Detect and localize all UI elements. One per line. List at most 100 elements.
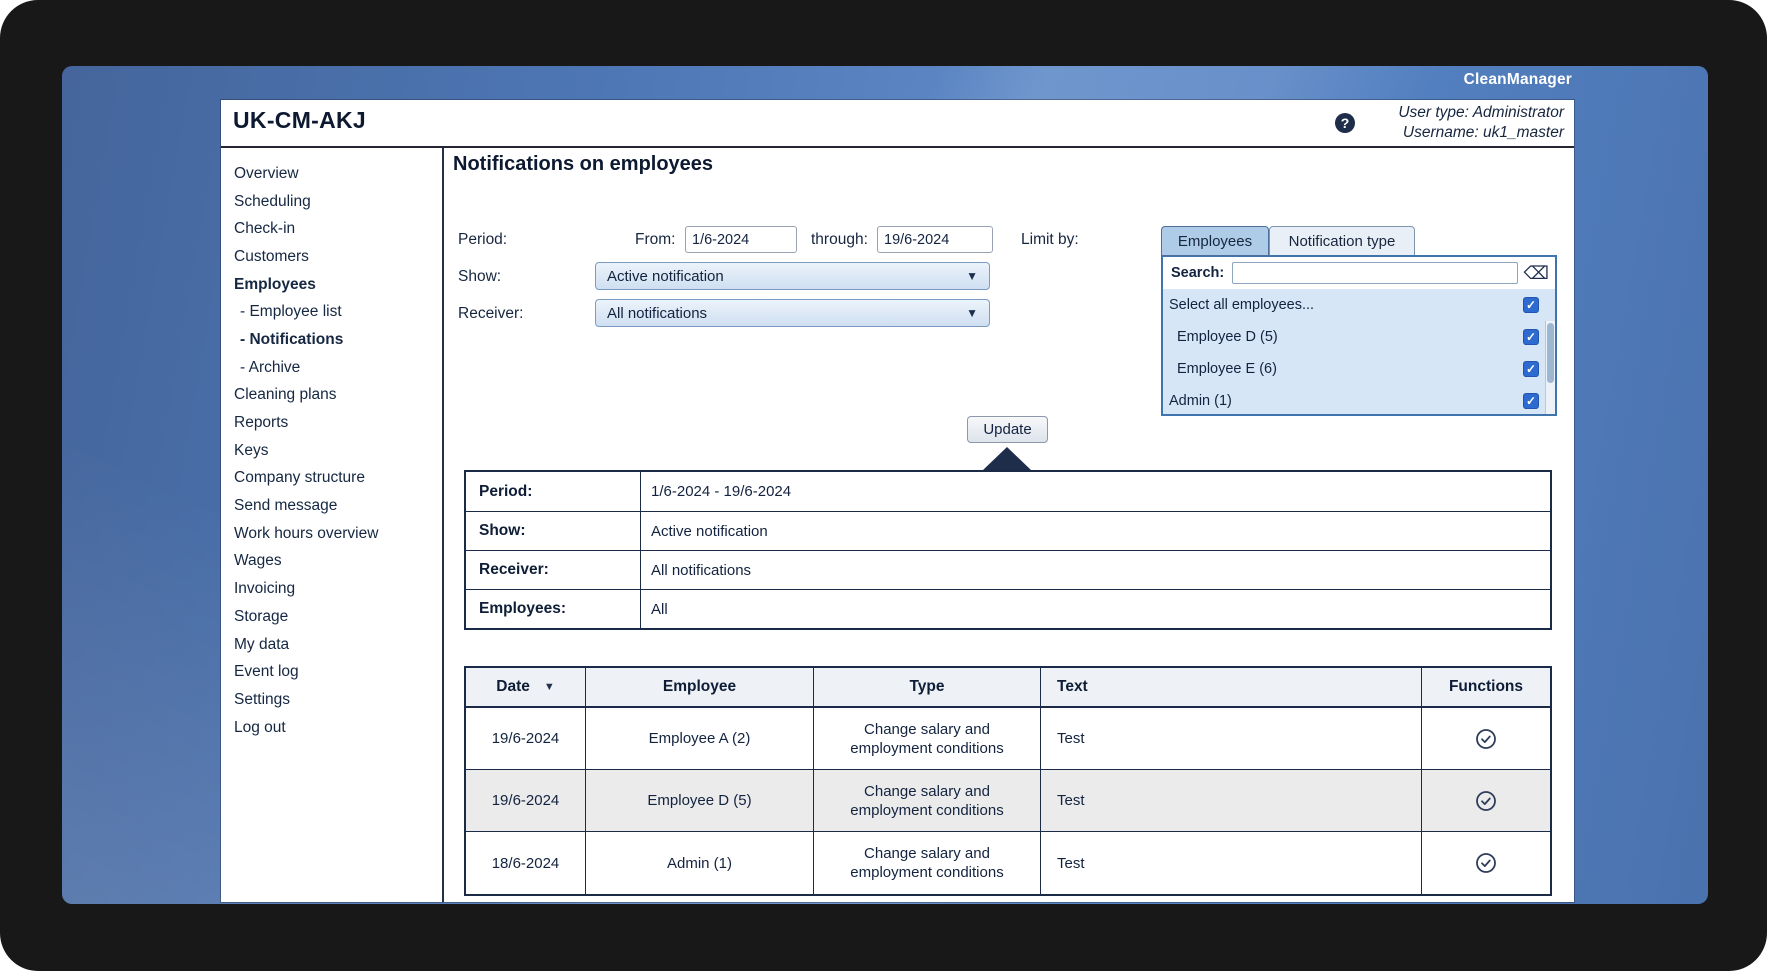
filter-summary-table: Period: 1/6-2024 - 19/6-2024 Show: Activ… bbox=[464, 470, 1552, 630]
summary-row-show: Show: Active notification bbox=[466, 511, 1550, 550]
cell-date: 18/6-2024 bbox=[466, 832, 586, 894]
scrollbar-thumb[interactable] bbox=[1547, 323, 1554, 383]
employee-list-scrollbar[interactable] bbox=[1545, 321, 1555, 414]
employee-search-input[interactable] bbox=[1232, 262, 1517, 284]
sidebar-item-log-out[interactable]: Log out bbox=[221, 714, 441, 742]
cell-type: Change salary and employment conditions bbox=[814, 708, 1041, 769]
cell-employee: Admin (1) bbox=[586, 832, 814, 894]
employee-list-item[interactable]: Employee D (5) ✓ bbox=[1163, 321, 1555, 353]
from-date-input[interactable] bbox=[685, 226, 797, 253]
table-row[interactable]: 19/6-2024 Employee D (5) Change salary a… bbox=[466, 770, 1550, 832]
username-label: Username: uk1_master bbox=[1398, 123, 1564, 143]
sidebar-item-employees[interactable]: Employees bbox=[221, 271, 441, 299]
employee-checkbox[interactable]: ✓ bbox=[1523, 329, 1539, 345]
tab-employees-label: Employees bbox=[1178, 233, 1252, 250]
sidebar-item-overview[interactable]: Overview bbox=[221, 160, 441, 188]
table-row[interactable]: 19/6-2024 Employee A (2) Change salary a… bbox=[466, 708, 1550, 770]
col-header-text[interactable]: Text bbox=[1041, 668, 1422, 706]
update-button[interactable]: Update bbox=[967, 416, 1048, 443]
sidebar-item-company-structure[interactable]: Company structure bbox=[221, 465, 441, 493]
summary-value: Active notification bbox=[641, 512, 1550, 550]
summary-row-employees: Employees: All bbox=[466, 589, 1550, 628]
user-type-label: User type: Administrator bbox=[1398, 103, 1564, 123]
sidebar-item-cleaning-plans[interactable]: Cleaning plans bbox=[221, 382, 441, 410]
sidebar-item-settings[interactable]: Settings bbox=[221, 686, 441, 714]
sidebar-item-storage[interactable]: Storage bbox=[221, 603, 441, 631]
col-header-type[interactable]: Type bbox=[814, 668, 1041, 706]
check-icon: ✓ bbox=[1526, 331, 1536, 343]
col-header-date[interactable]: Date ▼ bbox=[466, 668, 586, 706]
sidebar-item-keys[interactable]: Keys bbox=[221, 437, 441, 465]
summary-row-period: Period: 1/6-2024 - 19/6-2024 bbox=[466, 472, 1550, 511]
sort-desc-icon[interactable]: ▼ bbox=[544, 681, 555, 693]
show-label: Show: bbox=[458, 268, 501, 286]
desktop-background: CleanManager UK-CM-AKJ ? User type: Admi… bbox=[62, 66, 1708, 904]
sidebar-divider bbox=[442, 148, 444, 902]
brand-label: CleanManager bbox=[1464, 71, 1572, 89]
employee-list-item[interactable]: Admin (1) ✓ bbox=[1163, 385, 1555, 414]
sidebar-item-send-message[interactable]: Send message bbox=[221, 492, 441, 520]
table-row[interactable]: 18/6-2024 Admin (1) Change salary and em… bbox=[466, 832, 1550, 894]
employee-list-item[interactable]: Employee E (6) ✓ bbox=[1163, 353, 1555, 385]
sidebar-item-customers[interactable]: Customers bbox=[221, 243, 441, 271]
employee-filter-panel: Search: ⌫ Select all employees... ✓ Empl… bbox=[1161, 255, 1557, 416]
table-header-row: Date ▼ Employee Type Text Functions bbox=[466, 668, 1550, 708]
cell-functions bbox=[1422, 832, 1550, 894]
cell-type: Change salary and employment conditions bbox=[814, 770, 1041, 831]
cell-text: Test bbox=[1041, 832, 1422, 894]
summary-label: Receiver: bbox=[466, 551, 641, 589]
tab-notification-type[interactable]: Notification type bbox=[1269, 226, 1415, 256]
employee-list-item-label: Employee E (6) bbox=[1177, 361, 1277, 377]
sidebar-nav: Overview Scheduling Check-in Customers E… bbox=[221, 148, 441, 902]
summary-label: Show: bbox=[466, 512, 641, 550]
employee-search-row: Search: ⌫ bbox=[1163, 257, 1555, 289]
sidebar-item-wages[interactable]: Wages bbox=[221, 548, 441, 576]
select-all-checkbox[interactable]: ✓ bbox=[1523, 297, 1539, 313]
cell-date: 19/6-2024 bbox=[466, 770, 586, 831]
through-date-input[interactable] bbox=[877, 226, 993, 253]
show-dropdown[interactable]: Active notification ▼ bbox=[595, 262, 990, 290]
tab-employees[interactable]: Employees bbox=[1161, 226, 1269, 256]
sidebar-item-reports[interactable]: Reports bbox=[221, 409, 441, 437]
cell-type: Change salary and employment conditions bbox=[814, 832, 1041, 894]
col-header-employee[interactable]: Employee bbox=[586, 668, 814, 706]
circle-check-icon[interactable] bbox=[1475, 790, 1497, 812]
summary-value: 1/6-2024 - 19/6-2024 bbox=[641, 472, 1550, 511]
sidebar-item-check-in[interactable]: Check-in bbox=[221, 215, 441, 243]
sidebar-item-work-hours-overview[interactable]: Work hours overview bbox=[221, 520, 441, 548]
summary-value: All notifications bbox=[641, 551, 1550, 589]
circle-check-icon[interactable] bbox=[1475, 728, 1497, 750]
tab-notification-type-label: Notification type bbox=[1289, 233, 1396, 250]
cell-text: Test bbox=[1041, 770, 1422, 831]
col-header-date-label: Date bbox=[496, 678, 530, 696]
sidebar-item-scheduling[interactable]: Scheduling bbox=[221, 188, 441, 216]
employee-list-item-select-all[interactable]: Select all employees... ✓ bbox=[1163, 289, 1555, 321]
sidebar-item-employee-list[interactable]: - Employee list bbox=[221, 298, 441, 326]
circle-check-icon[interactable] bbox=[1475, 852, 1497, 874]
show-dropdown-value: Active notification bbox=[607, 268, 966, 285]
user-info: User type: Administrator Username: uk1_m… bbox=[1398, 103, 1564, 142]
help-glyph: ? bbox=[1341, 115, 1350, 131]
employee-list-item-label: Admin (1) bbox=[1169, 393, 1232, 409]
cell-functions bbox=[1422, 770, 1550, 831]
summary-value: All bbox=[641, 590, 1550, 628]
sidebar-item-archive[interactable]: - Archive bbox=[221, 354, 441, 382]
help-icon[interactable]: ? bbox=[1335, 113, 1355, 133]
summary-label: Employees: bbox=[466, 590, 641, 628]
limit-by-label: Limit by: bbox=[1021, 231, 1079, 249]
clear-search-icon[interactable]: ⌫ bbox=[1524, 264, 1549, 282]
check-icon: ✓ bbox=[1526, 363, 1536, 375]
employee-list-item-label: Employee D (5) bbox=[1177, 329, 1278, 345]
employee-checkbox[interactable]: ✓ bbox=[1523, 361, 1539, 377]
search-label: Search: bbox=[1171, 265, 1224, 281]
summary-row-receiver: Receiver: All notifications bbox=[466, 550, 1550, 589]
sidebar-item-event-log[interactable]: Event log bbox=[221, 658, 441, 686]
sidebar-item-my-data[interactable]: My data bbox=[221, 631, 441, 659]
sidebar-item-notifications[interactable]: - Notifications bbox=[221, 326, 441, 354]
cell-functions bbox=[1422, 708, 1550, 769]
sidebar-item-invoicing[interactable]: Invoicing bbox=[221, 575, 441, 603]
cell-employee: Employee A (2) bbox=[586, 708, 814, 769]
from-label: From: bbox=[635, 231, 675, 249]
employee-checkbox[interactable]: ✓ bbox=[1523, 393, 1539, 409]
receiver-dropdown[interactable]: All notifications ▼ bbox=[595, 299, 990, 327]
